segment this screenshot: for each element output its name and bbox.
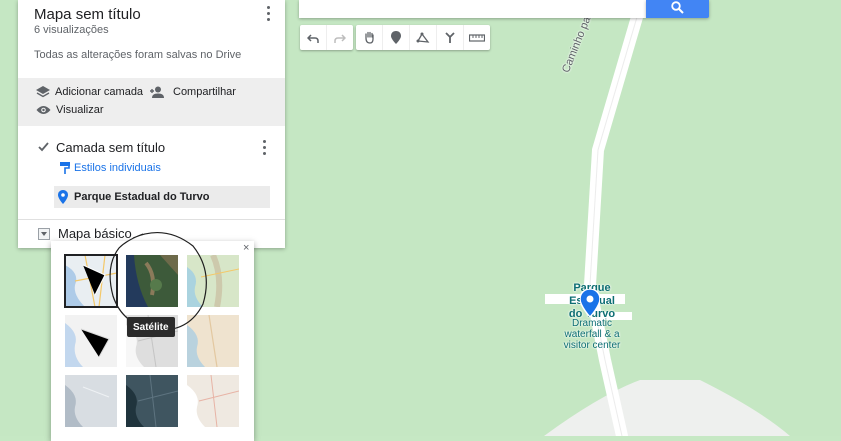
undo-icon bbox=[307, 33, 319, 43]
map-options-kebab-icon[interactable] bbox=[262, 4, 274, 22]
basemap-thumb-light-landmass[interactable] bbox=[65, 375, 117, 427]
divider bbox=[18, 219, 285, 220]
map-toolbar bbox=[300, 25, 490, 50]
ruler-icon bbox=[469, 33, 485, 42]
add-directions-button[interactable] bbox=[437, 25, 464, 50]
map-panel: Mapa sem título 6 visualizações Todas as… bbox=[18, 0, 285, 248]
redo-icon bbox=[334, 33, 346, 43]
paint-roller-icon bbox=[60, 162, 70, 174]
feature-name: Parque Estadual do Turvo bbox=[74, 191, 210, 203]
add-marker-button[interactable] bbox=[383, 25, 410, 50]
checkmark-icon bbox=[38, 142, 49, 152]
draw-line-button[interactable] bbox=[410, 25, 437, 50]
layer-options-kebab-icon[interactable] bbox=[258, 138, 270, 156]
line-icon bbox=[416, 32, 430, 43]
save-status: Todas as alterações foram salvas no Driv… bbox=[34, 49, 242, 61]
individual-styles-link[interactable]: Estilos individuais bbox=[60, 162, 161, 174]
share-label: Compartilhar bbox=[173, 86, 236, 98]
preview-label: Visualizar bbox=[56, 104, 104, 116]
layer-name[interactable]: Camada sem título bbox=[56, 140, 165, 155]
add-person-icon bbox=[150, 86, 164, 98]
actions-bar: Adicionar camada Compartilhar Visualizar bbox=[18, 78, 285, 126]
layer-visibility-checkbox[interactable] bbox=[38, 141, 49, 152]
marker-icon bbox=[391, 31, 401, 44]
caret-down-icon bbox=[38, 227, 50, 240]
basemap-thumb-whitewater[interactable] bbox=[187, 375, 239, 427]
add-layer-button[interactable]: Adicionar camada bbox=[36, 86, 143, 98]
search-input[interactable] bbox=[299, 0, 646, 18]
add-layer-label: Adicionar camada bbox=[55, 86, 144, 98]
eye-icon bbox=[36, 106, 51, 114]
map-title[interactable]: Mapa sem título bbox=[34, 6, 141, 23]
individual-styles-label: Estilos individuais bbox=[74, 162, 161, 174]
directions-icon bbox=[445, 32, 455, 43]
select-hand-button[interactable] bbox=[356, 25, 383, 50]
undo-button[interactable] bbox=[300, 25, 327, 50]
close-icon[interactable]: × bbox=[243, 242, 249, 254]
preview-button[interactable]: Visualizar bbox=[36, 104, 104, 116]
place-description: Dramatic waterfall & a visitor center bbox=[563, 318, 621, 351]
view-count: 6 visualizações bbox=[34, 24, 109, 36]
layers-icon bbox=[36, 86, 50, 98]
measure-button[interactable] bbox=[464, 25, 490, 50]
hand-icon bbox=[364, 31, 374, 44]
basemap-tooltip: Satélite bbox=[127, 317, 175, 337]
share-button[interactable]: Compartilhar bbox=[150, 86, 236, 98]
basemap-thumb-dark-landmass[interactable] bbox=[126, 375, 178, 427]
search-button[interactable] bbox=[646, 0, 709, 18]
search-icon bbox=[671, 1, 684, 17]
feature-item[interactable]: Parque Estadual do Turvo bbox=[54, 186, 270, 208]
location-pin-icon bbox=[58, 190, 68, 204]
redo-button[interactable] bbox=[327, 25, 353, 50]
